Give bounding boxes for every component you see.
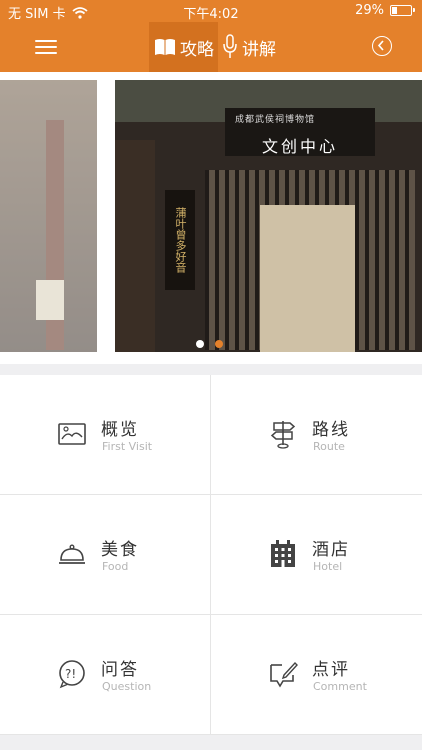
carousel-dot-active[interactable] — [215, 340, 223, 348]
menu-item-title: 美食 — [101, 540, 139, 560]
carousel-slide-previous[interactable] — [0, 80, 97, 352]
food-cloche-icon — [59, 544, 85, 564]
signpost-icon — [270, 421, 296, 449]
wall-graphic — [115, 140, 155, 352]
book-icon — [155, 39, 175, 55]
image-icon — [58, 423, 86, 445]
menu-item-subtitle: Food — [102, 560, 129, 573]
carousel-slide-current[interactable]: 文创中心 成都武侯祠博物馆 蒲叶曾多好音 — [115, 80, 422, 352]
menu-item-overview[interactable]: 概览 First Visit — [0, 375, 210, 494]
menu-item-subtitle: First Visit — [102, 440, 153, 453]
grid-divider-bottom — [0, 734, 422, 735]
tab-guide-label: 攻略 — [180, 39, 214, 60]
battery-percent: 29% — [355, 3, 384, 18]
back-button[interactable] — [372, 36, 392, 56]
battery-fill — [392, 7, 397, 14]
hamburger-icon[interactable] — [35, 40, 57, 54]
menu-grid: 概览 First Visit 路线 Route 美食 Food 酒店 Hotel… — [0, 375, 422, 735]
shop-sign-small: 成都武侯祠博物馆 — [235, 115, 316, 125]
svg-text:?!: ?! — [65, 667, 76, 681]
back-circle-icon — [377, 40, 384, 51]
battery-icon — [390, 5, 415, 16]
menu-item-subtitle: Hotel — [313, 560, 343, 573]
question-bubble-icon: ?! — [59, 660, 85, 689]
carousel-dots — [196, 340, 223, 348]
tab-audio-label: 讲解 — [242, 39, 276, 60]
menu-item-subtitle: Question — [102, 680, 152, 693]
menu-item-title: 问答 — [101, 660, 139, 680]
doorway-graphic — [260, 205, 355, 352]
menu-item-hotel[interactable]: 酒店 Hotel — [211, 495, 421, 614]
microphone-icon — [223, 34, 237, 58]
tab-guide[interactable]: 攻略 — [149, 22, 218, 72]
menu-item-comment[interactable]: 点评 Comment — [211, 615, 421, 734]
tab-audio[interactable]: 讲解 — [218, 22, 280, 72]
nav-bar: 攻略 讲解 — [0, 22, 422, 72]
menu-item-question[interactable]: ?! 问答 Question — [0, 615, 210, 734]
menu-item-title: 酒店 — [312, 540, 350, 560]
menu-item-food[interactable]: 美食 Food — [0, 495, 210, 614]
menu-item-subtitle: Route — [313, 440, 345, 453]
comment-edit-icon — [270, 661, 298, 688]
carousel-dot[interactable] — [196, 340, 204, 348]
calligraphy-scroll: 蒲叶曾多好音 — [165, 190, 195, 290]
board-graphic — [36, 280, 64, 320]
menu-item-route[interactable]: 路线 Route — [211, 375, 421, 494]
menu-item-title: 概览 — [101, 420, 139, 440]
menu-item-subtitle: Comment — [313, 680, 367, 693]
tab-group: 攻略 讲解 — [149, 22, 280, 72]
banner-carousel[interactable]: 文创中心 成都武侯祠博物馆 蒲叶曾多好音 — [0, 72, 422, 364]
menu-item-title: 点评 — [312, 660, 350, 680]
status-right: 29% — [355, 3, 415, 18]
hotel-building-icon — [271, 540, 295, 567]
status-bar: 无 SIM 卡 下午4:02 29% — [0, 0, 422, 22]
menu-item-title: 路线 — [312, 420, 350, 440]
